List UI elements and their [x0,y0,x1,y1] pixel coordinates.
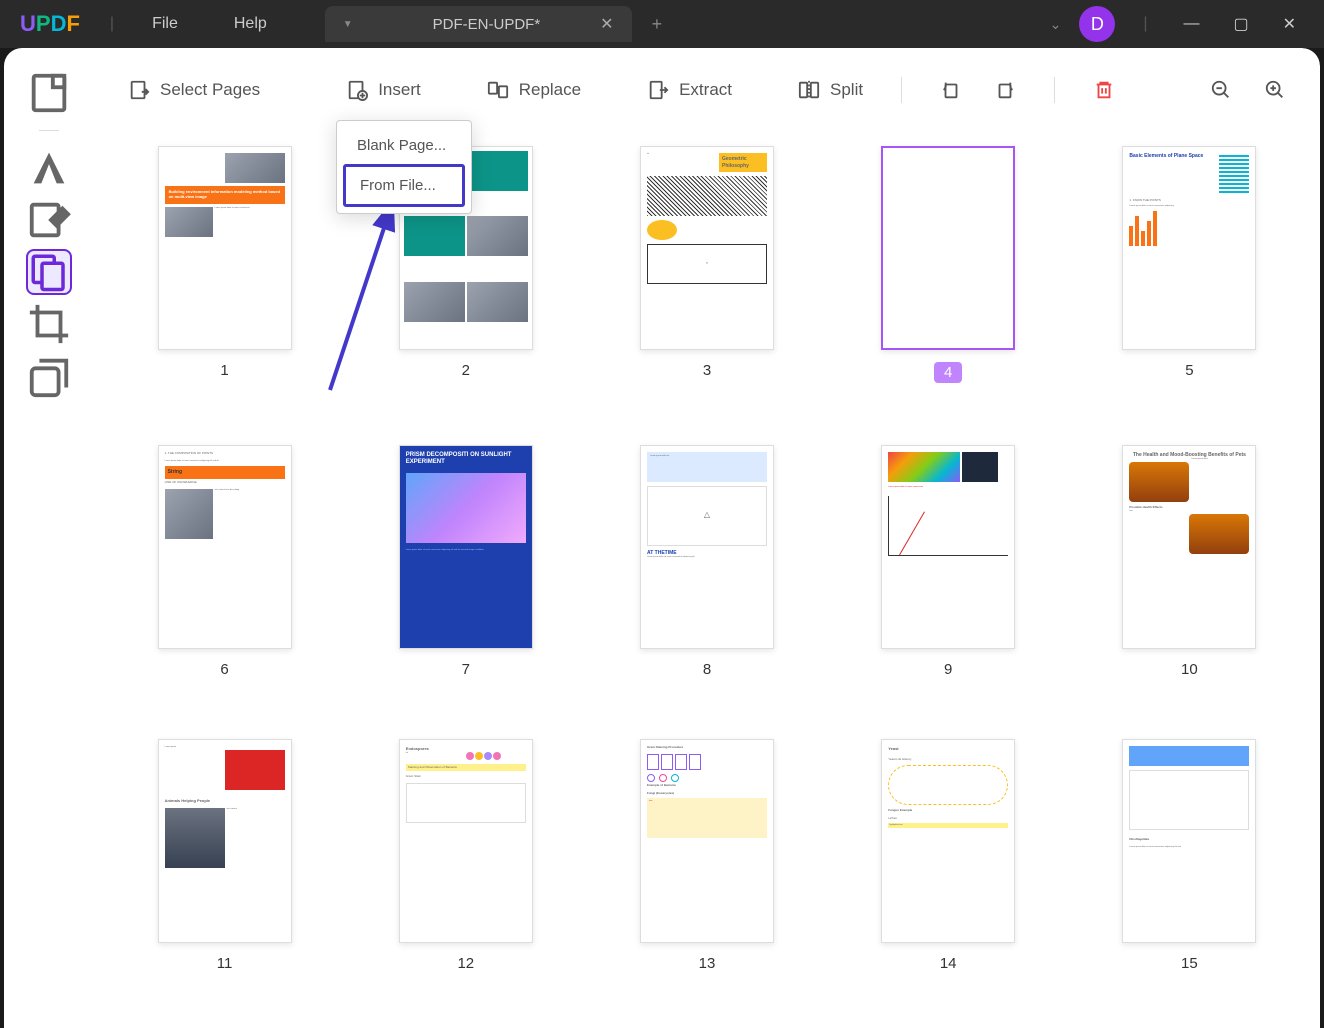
page-thumbnail-4[interactable] [881,146,1015,350]
page-thumbnail-10[interactable]: The Health and Mood-Boosting Benefits of… [1122,445,1256,649]
insert-dropdown-menu: Blank Page... From File... [336,120,472,214]
page-thumbnail-12[interactable]: Endospores txt Staining and Observation … [399,739,533,943]
select-pages-button[interactable]: Select Pages [114,71,274,109]
page-number: 4 [934,362,962,383]
replace-button[interactable]: Replace [473,71,595,109]
app-logo: UPDF [0,11,100,37]
page-item: Gram Staining Procedure Example of Bacte… [640,739,774,998]
extract-button[interactable]: Extract [633,71,746,109]
page-item: Endospores txt Staining and Observation … [399,739,533,998]
page-thumbnail-13[interactable]: Gram Staining Procedure Example of Bacte… [640,739,774,943]
page-item: 4 [881,146,1015,409]
page-number: 2 [462,362,470,379]
from-file-option[interactable]: From File... [343,164,465,207]
page-number: 13 [699,955,716,972]
delete-button[interactable] [1079,71,1129,109]
page-item: Lorem ipsum dolor sit △ AT THETIME Lorem… [640,445,774,704]
page-thumbnail-14[interactable]: Yeast Yeast Life History Fungus Example … [881,739,1015,943]
page-number: 11 [217,955,233,972]
page-item: Yeast Yeast Life History Fungus Example … [881,739,1015,998]
page-item: 1. THE COMPOSITION OF POINTS Lorem ipsum… [158,445,292,704]
page-item: txtGeometric Philosophy ✦ 3 [640,146,774,409]
close-window-button[interactable]: ✕ [1275,10,1304,38]
page-number: 9 [944,661,952,678]
rotate-left-button[interactable] [926,71,976,109]
page-number: 1 [220,362,228,379]
zoom-out-button[interactable] [1196,71,1246,109]
page-number: 10 [1181,661,1198,678]
page-number: 7 [462,661,470,678]
maximize-button[interactable]: ▢ [1225,10,1256,38]
page-item: PRISM DECOMPOSITI ON SUNLIGHT EXPERIMENT… [399,445,533,704]
divider: | [1143,15,1147,33]
new-tab-button[interactable]: + [632,14,683,35]
page-number: 8 [703,661,711,678]
divider: | [110,15,114,33]
page-thumbnail-11[interactable]: Lorem ipsum Animals Helping People text … [158,739,292,943]
rotate-right-button[interactable] [980,71,1030,109]
page-number: 5 [1185,362,1193,379]
page-item: The Health and Mood-Boosting Benefits of… [1122,445,1256,704]
page-thumbnail-7[interactable]: PRISM DECOMPOSITI ON SUNLIGHT EXPERIMENT… [399,445,533,649]
page-thumbnail-5[interactable]: Basic Elements of Plane Space 1. KNOW TH… [1122,146,1256,350]
sidebar [4,48,94,1028]
help-menu[interactable]: Help [206,15,295,33]
page-thumbnail-8[interactable]: Lorem ipsum dolor sit △ AT THETIME Lorem… [640,445,774,649]
page-item: Lorem ipsum Animals Helping People text … [158,739,292,998]
sidebar-edit-icon[interactable] [26,197,72,243]
chevron-down-icon[interactable]: ⌄ [1050,16,1062,33]
page-thumbnail-9[interactable]: Lorem ipsum dolor sit amet consectetur [881,445,1015,649]
file-menu[interactable]: File [124,15,206,33]
split-button[interactable]: Split [784,71,877,109]
user-avatar[interactable]: D [1079,6,1115,42]
page-item: Dinoflagellata Lorem ipsum dolor sit ame… [1122,739,1256,998]
close-tab-icon[interactable]: ✕ [600,14,613,34]
page-item: Basic Elements of Plane Space 1. KNOW TH… [1122,146,1256,409]
zoom-in-button[interactable] [1250,71,1300,109]
page-thumbnail-15[interactable]: Dinoflagellata Lorem ipsum dolor sit ame… [1122,739,1256,943]
titlebar: UPDF | File Help ▼ PDF-EN-UPDF* ✕ + ⌄ D … [0,0,1324,48]
page-number: 6 [220,661,228,678]
sidebar-reader-icon[interactable] [26,70,72,116]
page-number: 15 [1181,955,1198,972]
page-number: 12 [457,955,474,972]
page-number: 14 [940,955,957,972]
page-thumbnail-1[interactable]: Building environment information modelin… [158,146,292,350]
page-thumbnail-3[interactable]: txtGeometric Philosophy ✦ [640,146,774,350]
blank-page-option[interactable]: Blank Page... [343,127,465,164]
toolbar: Select Pages Insert Replace Extract Spli… [94,48,1320,116]
sidebar-stack-icon[interactable] [26,353,72,399]
sidebar-crop-icon[interactable] [26,301,72,347]
page-thumbnail-6[interactable]: 1. THE COMPOSITION OF POINTS Lorem ipsum… [158,445,292,649]
minimize-button[interactable]: — [1175,11,1207,37]
tab-title: PDF-EN-UPDF* [433,16,541,33]
tab-dropdown-icon[interactable]: ▼ [343,19,353,30]
page-grid: Building environment information modelin… [94,116,1320,1028]
sidebar-comment-icon[interactable] [26,145,72,191]
document-tab[interactable]: ▼ PDF-EN-UPDF* ✕ [325,6,632,42]
page-item: Lorem ipsum dolor sit amet consectetur 9 [881,445,1015,704]
page-item: Building environment information modelin… [158,146,292,409]
page-number: 3 [703,362,711,379]
insert-button[interactable]: Insert [332,71,435,109]
sidebar-organize-icon[interactable] [26,249,72,295]
